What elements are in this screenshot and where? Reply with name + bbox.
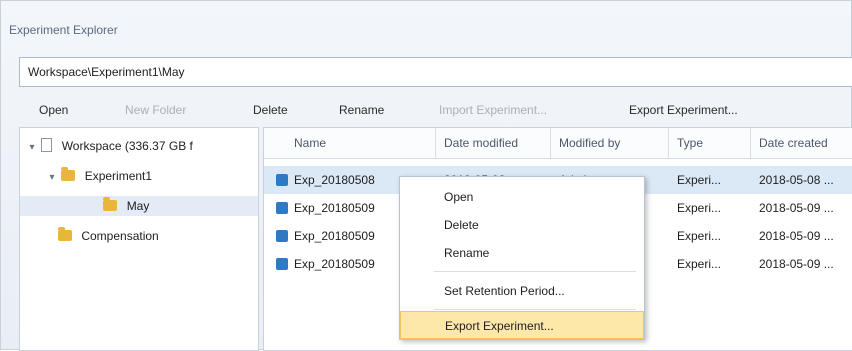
export-experiment-button[interactable]: Export Experiment... xyxy=(629,103,738,117)
list-header: Name Date modified Modified by Type Date… xyxy=(264,128,852,159)
folder-icon xyxy=(103,197,118,211)
address-path: Workspace\Experiment1\May xyxy=(28,65,185,79)
column-header-date-created[interactable]: Date created xyxy=(751,128,852,158)
context-menu-set-retention[interactable]: Set Retention Period... xyxy=(400,277,644,305)
menu-separator xyxy=(434,271,636,272)
context-menu-open[interactable]: Open xyxy=(400,183,644,211)
rename-button[interactable]: Rename xyxy=(339,103,384,117)
row-name: Exp_20180509 xyxy=(294,201,375,215)
row-date-created: 2018-05-09 ... xyxy=(759,257,834,271)
column-header-name[interactable]: Name xyxy=(286,128,436,158)
tree-item-workspace[interactable]: ▾ Workspace (336.37 GB f xyxy=(26,136,193,156)
folder-icon xyxy=(58,227,72,241)
chevron-down-icon[interactable]: ▾ xyxy=(46,168,58,188)
tree-item-compensation[interactable]: Compensation xyxy=(58,226,159,246)
toolbar: Open New Folder Delete Rename Import Exp… xyxy=(1,97,852,123)
row-type: Experi... xyxy=(677,257,722,271)
tree-item-may[interactable]: May xyxy=(20,196,258,216)
row-name: Exp_20180508 xyxy=(294,173,375,187)
row-date-created: 2018-05-09 ... xyxy=(759,201,834,215)
new-folder-button[interactable]: New Folder xyxy=(125,103,186,117)
experiment-file-icon xyxy=(276,230,288,242)
context-menu-delete[interactable]: Delete xyxy=(400,211,644,239)
column-header-modified-by[interactable]: Modified by xyxy=(551,128,669,158)
tree-label-may: May xyxy=(126,199,150,213)
delete-button[interactable]: Delete xyxy=(253,103,288,117)
column-header-type[interactable]: Type xyxy=(669,128,751,158)
row-type: Experi... xyxy=(677,201,722,215)
tree-label-experiment1: Experiment1 xyxy=(84,169,153,183)
context-menu: Open Delete Rename Set Retention Period.… xyxy=(399,176,645,340)
tree-label-compensation: Compensation xyxy=(81,229,159,243)
open-button[interactable]: Open xyxy=(39,103,68,117)
import-experiment-button[interactable]: Import Experiment... xyxy=(439,103,547,117)
chevron-down-icon[interactable]: ▾ xyxy=(26,138,38,158)
row-name: Exp_20180509 xyxy=(294,229,375,243)
tree-item-experiment1[interactable]: ▾ Experiment1 xyxy=(46,166,152,186)
row-type: Experi... xyxy=(677,173,722,187)
experiment-file-icon xyxy=(276,258,288,270)
experiment-explorer-window: Experiment Explorer Workspace\Experiment… xyxy=(0,0,852,351)
menu-separator xyxy=(434,309,636,310)
folder-tree: ▾ Workspace (336.37 GB f ▾ Experiment1 M… xyxy=(19,127,259,351)
folder-icon xyxy=(61,167,76,181)
drive-icon xyxy=(41,138,53,152)
context-menu-export-experiment[interactable]: Export Experiment... xyxy=(400,311,644,339)
address-bar[interactable]: Workspace\Experiment1\May xyxy=(19,57,852,87)
row-date-created: 2018-05-08 ... xyxy=(759,173,834,187)
window-title: Experiment Explorer xyxy=(9,23,118,37)
row-name: Exp_20180509 xyxy=(294,257,375,271)
experiment-file-icon xyxy=(276,202,288,214)
tree-label-workspace: Workspace (336.37 GB f xyxy=(61,139,193,153)
context-menu-rename[interactable]: Rename xyxy=(400,239,644,267)
experiment-file-icon xyxy=(276,174,288,186)
column-header-date-modified[interactable]: Date modified xyxy=(436,128,551,158)
row-date-created: 2018-05-09 ... xyxy=(759,229,834,243)
row-type: Experi... xyxy=(677,229,722,243)
